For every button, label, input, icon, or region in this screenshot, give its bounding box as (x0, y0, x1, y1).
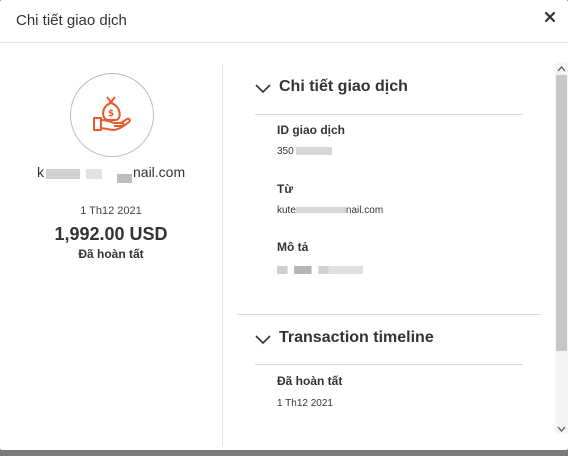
counterparty-email: k nail.com (0, 164, 222, 188)
redacted-block (277, 266, 363, 275)
modal-title: Chi tiết giao dịch (16, 12, 127, 29)
redacted-block (296, 147, 333, 156)
transaction-id-label: ID giao dịch (277, 123, 346, 137)
details-heading: Chi tiết giao dịch (279, 78, 408, 95)
close-icon[interactable] (543, 10, 559, 28)
from-visible-suffix: nail.com (345, 205, 384, 216)
from-label: Từ (277, 182, 294, 196)
transaction-id-visible: 350 (277, 146, 294, 157)
divider (255, 114, 523, 115)
chevron-down-icon (255, 84, 271, 94)
modal-header: Chi tiết giao dịch (0, 0, 568, 43)
scroll-up-arrow-icon[interactable] (555, 62, 568, 74)
redacted-block (86, 169, 102, 179)
money-bag-hand-icon: $ (93, 96, 131, 131)
redacted-block (117, 174, 132, 183)
chevron-down-icon (255, 335, 271, 345)
timeline-heading: Transaction timeline (279, 329, 434, 346)
description-label: Mô tả (277, 240, 309, 254)
scrollbar[interactable] (555, 62, 568, 434)
transaction-detail-modal: Chi tiết giao dịch $ k nail.com 1 Th12 2… (0, 0, 568, 450)
description-value (277, 265, 363, 276)
avatar: $ (70, 73, 154, 157)
page-backdrop (0, 450, 568, 456)
divider (255, 364, 523, 365)
email-suffix: nail.com (133, 164, 186, 180)
status-text: Đã hoàn tất (78, 247, 144, 261)
svg-text:$: $ (108, 109, 114, 119)
redacted-block (46, 169, 80, 179)
timeline-status: Đã hoàn tất (277, 374, 343, 388)
email-prefix: k (37, 164, 44, 180)
details-panel: Chi tiết giao dịch ID giao dịch 350 Từ k… (223, 43, 555, 433)
transaction-id-value: 350 (277, 146, 333, 157)
from-value: kute nail.com (277, 205, 383, 216)
from-visible-prefix: kute (277, 205, 296, 216)
section-divider (237, 314, 541, 315)
scroll-down-arrow-icon[interactable] (555, 422, 568, 434)
transaction-date: 1 Th12 2021 (80, 205, 142, 217)
timeline-date: 1 Th12 2021 (277, 398, 333, 409)
transaction-amount: 1,992.00 USD (54, 224, 168, 244)
summary-panel: $ k nail.com 1 Th12 2021 1,992.00 USD Đã… (0, 43, 222, 450)
redacted-block (295, 207, 346, 214)
scroll-thumb[interactable] (556, 75, 567, 351)
